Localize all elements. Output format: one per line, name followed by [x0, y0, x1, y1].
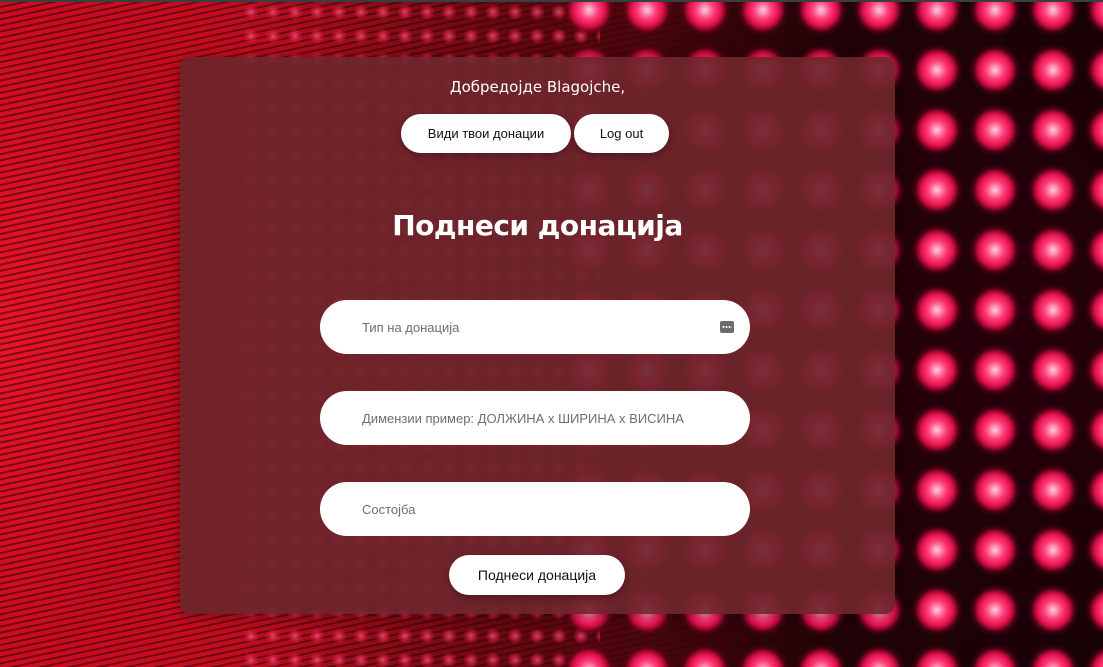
condition-input[interactable] [360, 500, 734, 518]
dimensions-field[interactable] [320, 391, 750, 445]
donation-type-input[interactable] [360, 318, 714, 336]
view-donations-button[interactable]: Види твои донации [401, 114, 571, 153]
donation-panel: Добредојде Blagojche, Види твои донации … [180, 57, 895, 614]
welcome-text: Добредојде Blagojche, [449, 78, 626, 96]
logout-button[interactable]: Log out [574, 114, 669, 153]
condition-field[interactable] [320, 482, 750, 536]
donation-type-field[interactable] [320, 300, 750, 354]
submit-donation-button[interactable]: Поднеси донација [449, 555, 625, 595]
top-border [0, 0, 1103, 2]
page-title: Поднеси донација [392, 209, 683, 242]
keyboard-icon[interactable] [720, 321, 734, 333]
dimensions-input[interactable] [360, 409, 734, 427]
